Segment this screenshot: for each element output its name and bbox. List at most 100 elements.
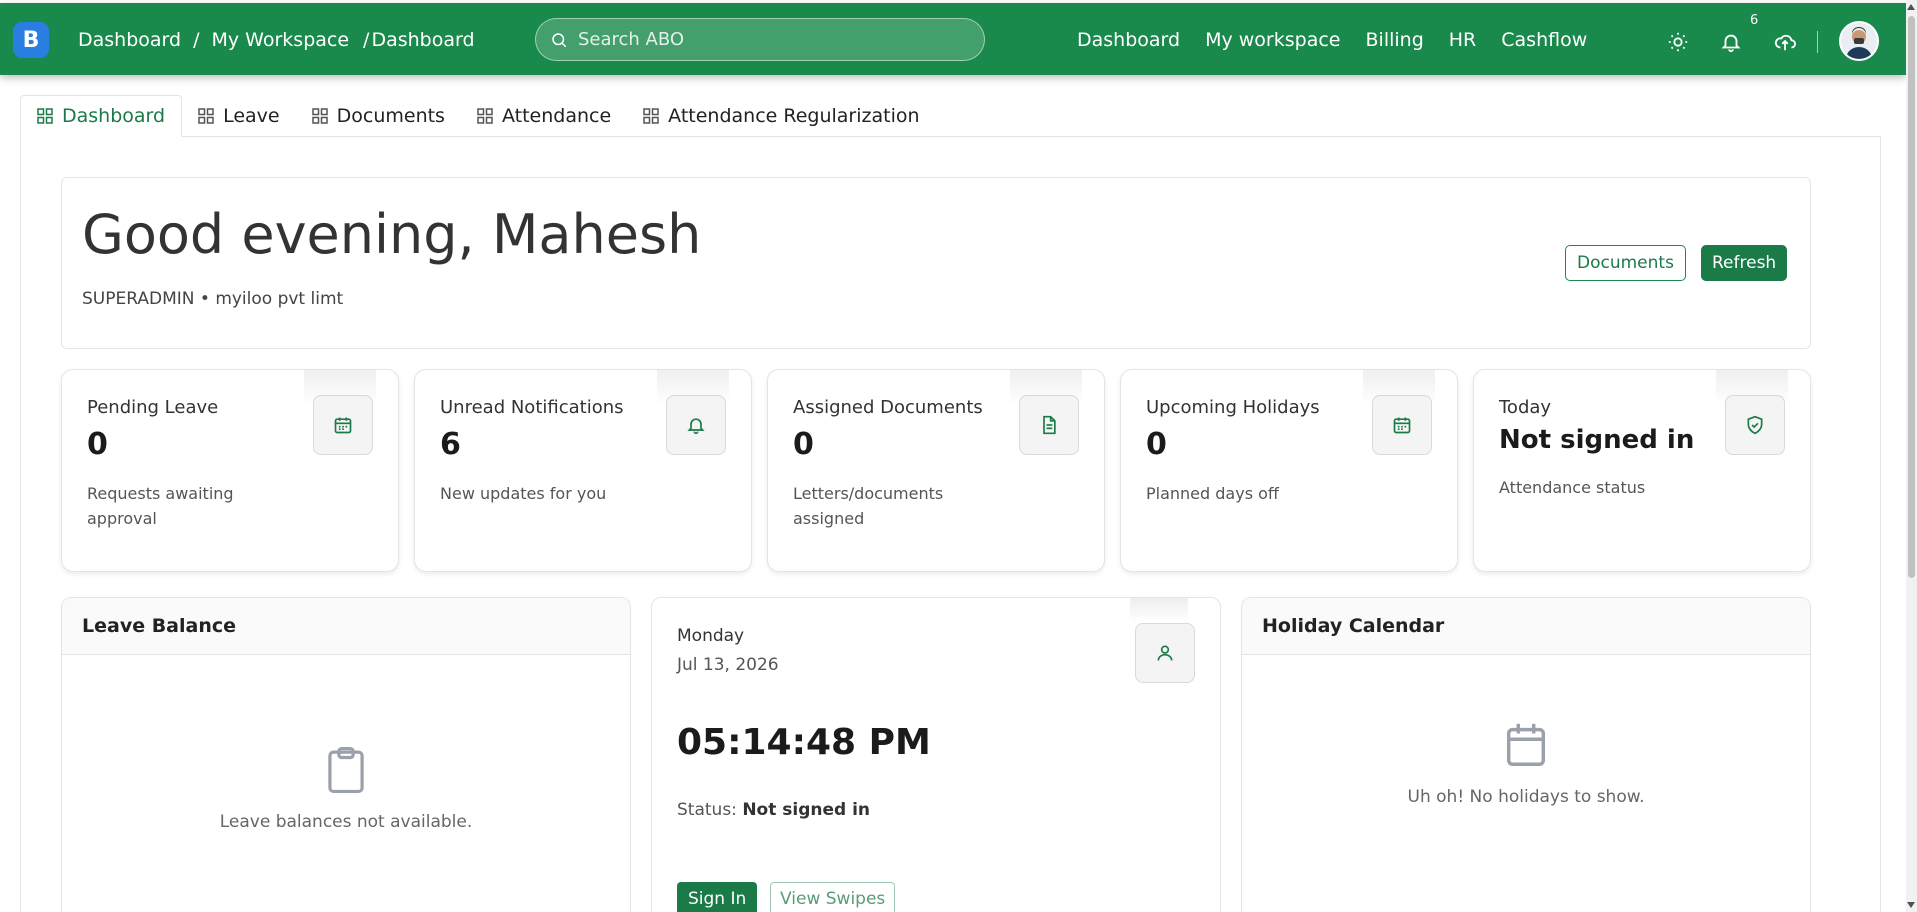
subtitle-dot: • xyxy=(199,289,210,309)
document-icon xyxy=(1043,415,1056,435)
holiday-calendar-card: Holiday Calendar Uh oh! No holidays to s… xyxy=(1241,597,1811,912)
tab-dashboard[interactable]: Dashboard xyxy=(20,95,183,137)
calendar-icon xyxy=(1506,723,1546,766)
empty-state-message: Uh oh! No holidays to show. xyxy=(1407,787,1645,807)
stat-card-pending-leave: Pending Leave 0 Requests awaiting approv… xyxy=(61,369,399,572)
empty-state xyxy=(1242,720,1810,775)
stat-label: Today xyxy=(1499,397,1552,418)
tab-documents[interactable]: Documents xyxy=(296,95,461,137)
app-logo[interactable]: B xyxy=(13,22,49,58)
cloud-upload-icon xyxy=(1774,34,1796,51)
breadcrumb-current: Dashboard xyxy=(371,29,475,51)
divider xyxy=(1817,31,1818,53)
theme-toggle-button[interactable] xyxy=(1659,23,1697,61)
card-title: Holiday Calendar xyxy=(1242,598,1810,655)
view-swipes-button[interactable]: View Swipes xyxy=(770,882,896,912)
tab-label: Leave xyxy=(223,105,280,127)
user-role: SUPERADMIN xyxy=(82,289,195,309)
stat-icon-box xyxy=(1019,395,1079,455)
stat-label: Assigned Documents xyxy=(793,397,983,418)
stat-description: Attendance status xyxy=(1499,478,1646,497)
top-navbar: B Dashboard / My Workspace / Dashboard D… xyxy=(0,3,1906,75)
stat-description: Letters/documents assigned xyxy=(793,484,944,528)
bell-icon xyxy=(1721,34,1741,53)
stat-value: 0 xyxy=(87,427,108,462)
weekday: Monday xyxy=(677,626,745,646)
status-label: Status: xyxy=(677,800,737,820)
scroll-up-arrow[interactable] xyxy=(1907,4,1915,10)
grid-icon xyxy=(311,108,328,124)
clipboard-icon xyxy=(328,746,364,794)
empty-state-message: Leave balances not available. xyxy=(219,812,473,832)
avatar[interactable] xyxy=(1839,21,1879,61)
user-subtitle: SUPERADMIN • myiloo pvt limt xyxy=(82,289,343,309)
stat-card-assigned-documents: Assigned Documents 0 Letters/documents a… xyxy=(767,369,1105,572)
stat-description: Requests awaiting approval xyxy=(87,484,234,528)
tab-label: Attendance Regularization xyxy=(668,105,920,127)
breadcrumb-dashboard[interactable]: Dashboard xyxy=(78,29,181,51)
tab-label: Attendance xyxy=(501,105,612,127)
stat-label: Unread Notifications xyxy=(440,397,624,418)
search-bar[interactable] xyxy=(535,18,985,61)
status-value: Not signed in xyxy=(742,800,871,820)
top-nav: Dashboard My workspace Billing HR Cashfl… xyxy=(1077,29,1587,51)
sign-in-button[interactable]: Sign In xyxy=(677,882,758,912)
sun-icon xyxy=(1668,32,1688,52)
current-time: 05:14:48 PM xyxy=(677,722,931,763)
app-logo-letter: B xyxy=(22,27,40,53)
page-title: Good evening, Mahesh xyxy=(82,203,702,266)
search-icon xyxy=(552,32,567,47)
stat-card-today: Today Not signed in Attendance status xyxy=(1473,369,1811,572)
upload-button[interactable] xyxy=(1766,23,1804,61)
page-scrollbar[interactable] xyxy=(1906,0,1917,912)
stat-icon-box xyxy=(1725,395,1785,455)
notification-badge: 6 xyxy=(1750,13,1759,28)
scroll-thumb[interactable] xyxy=(1908,16,1915,578)
breadcrumb-separator: / xyxy=(363,29,370,51)
grid-icon xyxy=(198,108,214,124)
breadcrumb-separator: / xyxy=(193,29,200,51)
current-date: Jul 13, 2026 xyxy=(677,655,779,675)
shield-check-icon xyxy=(1747,415,1763,435)
topnav-dashboard[interactable]: Dashboard xyxy=(1077,29,1180,51)
empty-state xyxy=(62,745,630,800)
documents-button[interactable]: Documents xyxy=(1565,245,1686,281)
grid-icon xyxy=(643,108,659,124)
topnav-billing[interactable]: Billing xyxy=(1366,29,1424,51)
user-icon xyxy=(1157,645,1173,661)
stat-value: 6 xyxy=(440,427,461,462)
tab-attendance[interactable]: Attendance xyxy=(461,95,627,137)
topnav-my-workspace[interactable]: My workspace xyxy=(1205,29,1340,51)
breadcrumb-my-workspace[interactable]: My Workspace xyxy=(212,29,350,51)
stat-label: Upcoming Holidays xyxy=(1146,397,1320,418)
topnav-hr[interactable]: HR xyxy=(1449,29,1477,51)
stat-icon-box xyxy=(1135,623,1195,683)
search-input[interactable] xyxy=(578,29,958,50)
stat-card-upcoming-holidays: Upcoming Holidays 0 Planned days off xyxy=(1120,369,1458,572)
topnav-cashflow[interactable]: Cashflow xyxy=(1501,29,1587,51)
stat-label: Pending Leave xyxy=(87,397,219,418)
notifications-button[interactable] xyxy=(1712,23,1750,61)
stat-icon-box xyxy=(666,395,726,455)
stat-value: 0 xyxy=(793,427,814,462)
stat-value: 0 xyxy=(1146,427,1167,462)
greeting-card: Good evening, Mahesh SUPERADMIN • myiloo… xyxy=(61,177,1811,349)
calendar-icon xyxy=(334,417,352,434)
tab-bar: Dashboard Leave Documents Attendance Att… xyxy=(20,95,936,137)
bell-icon xyxy=(687,418,705,435)
breadcrumb: Dashboard / My Workspace / Dashboard xyxy=(78,29,475,51)
scroll-down-arrow[interactable] xyxy=(1907,902,1915,908)
stat-card-unread-notifications: Unread Notifications 6 New updates for y… xyxy=(414,369,752,572)
stat-value: Not signed in xyxy=(1499,425,1695,455)
stat-description: Planned days off xyxy=(1146,484,1279,503)
attendance-status: Status: Not signed in xyxy=(677,800,870,820)
tab-leave[interactable]: Leave xyxy=(182,95,296,137)
attendance-clock-card: Monday Jul 13, 2026 05:14:48 PM Status: … xyxy=(651,597,1221,912)
tab-label: Dashboard xyxy=(62,105,166,127)
stat-icon-box xyxy=(1372,395,1432,455)
stat-description: New updates for you xyxy=(440,484,607,503)
calendar-icon xyxy=(1393,417,1411,434)
tab-attendance-regularization[interactable]: Attendance Regularization xyxy=(627,95,935,137)
refresh-button[interactable]: Refresh xyxy=(1701,245,1788,281)
grid-icon xyxy=(477,108,493,124)
